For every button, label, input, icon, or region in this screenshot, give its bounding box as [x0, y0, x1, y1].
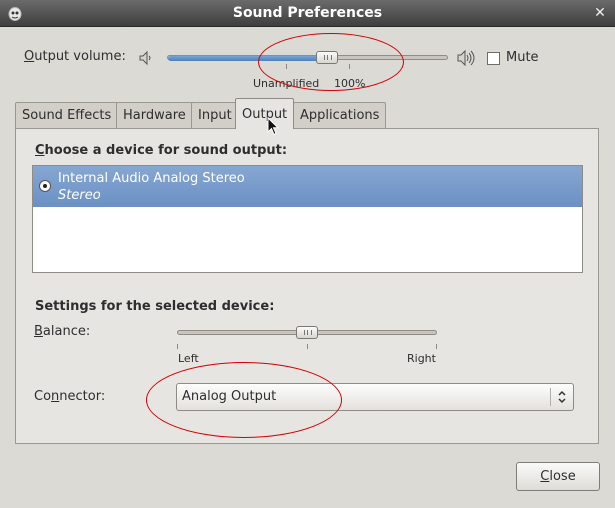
tick-100 — [349, 64, 350, 69]
mark-unamplified: Unamplified — [253, 77, 320, 90]
device-radio[interactable] — [39, 180, 51, 192]
connector-select[interactable]: Analog Output — [176, 383, 574, 411]
tab-applications[interactable]: Applications — [293, 102, 387, 128]
window-title: Sound Preferences — [232, 5, 383, 21]
window-close-icon[interactable]: ✕ — [591, 4, 609, 22]
mute-checkbox[interactable] — [487, 52, 500, 65]
speaker-low-icon — [139, 50, 151, 66]
mouse-cursor-icon — [267, 117, 279, 136]
tick-center — [307, 344, 308, 349]
balance-right-mark: Right — [407, 352, 436, 365]
tab-sound-effects[interactable]: Sound Effects — [15, 102, 119, 128]
output-volume-slider-handle[interactable] — [316, 51, 339, 64]
chevron-up-down-icon — [558, 390, 566, 404]
tab-output[interactable]: Output — [235, 98, 295, 129]
list-item[interactable]: Internal Audio Analog Stereo Stereo — [33, 166, 582, 207]
settings-heading: Settings for the selected device: — [35, 299, 275, 314]
balance-slider-handle[interactable] — [296, 326, 318, 339]
output-device-list[interactable]: Internal Audio Analog Stereo Stereo — [32, 165, 583, 273]
tick-unamplified — [286, 64, 287, 69]
tab-hardware[interactable]: Hardware — [116, 102, 193, 128]
output-volume-label: Output volume: — [24, 49, 126, 64]
connector-value: Analog Output — [182, 389, 277, 404]
mute-label[interactable]: Mute — [506, 50, 539, 65]
device-profile: Stereo — [58, 188, 101, 203]
device-name: Internal Audio Analog Stereo — [58, 171, 245, 186]
combo-separator — [550, 388, 551, 406]
connector-label: Connector: — [34, 389, 106, 404]
title-bar: Sound Preferences ✕ — [0, 0, 615, 27]
close-button[interactable]: Close — [516, 462, 600, 491]
balance-label: Balance: — [34, 324, 91, 339]
tick-left — [177, 344, 178, 349]
tab-input[interactable]: Input — [191, 102, 239, 128]
tick-right — [436, 344, 437, 349]
output-volume-fill — [168, 56, 328, 61]
choose-device-heading: Choose a device for sound output: — [35, 143, 288, 158]
mark-100-percent: 100% — [334, 77, 366, 90]
speaker-high-icon — [457, 49, 475, 67]
balance-left-mark: Left — [178, 352, 199, 365]
